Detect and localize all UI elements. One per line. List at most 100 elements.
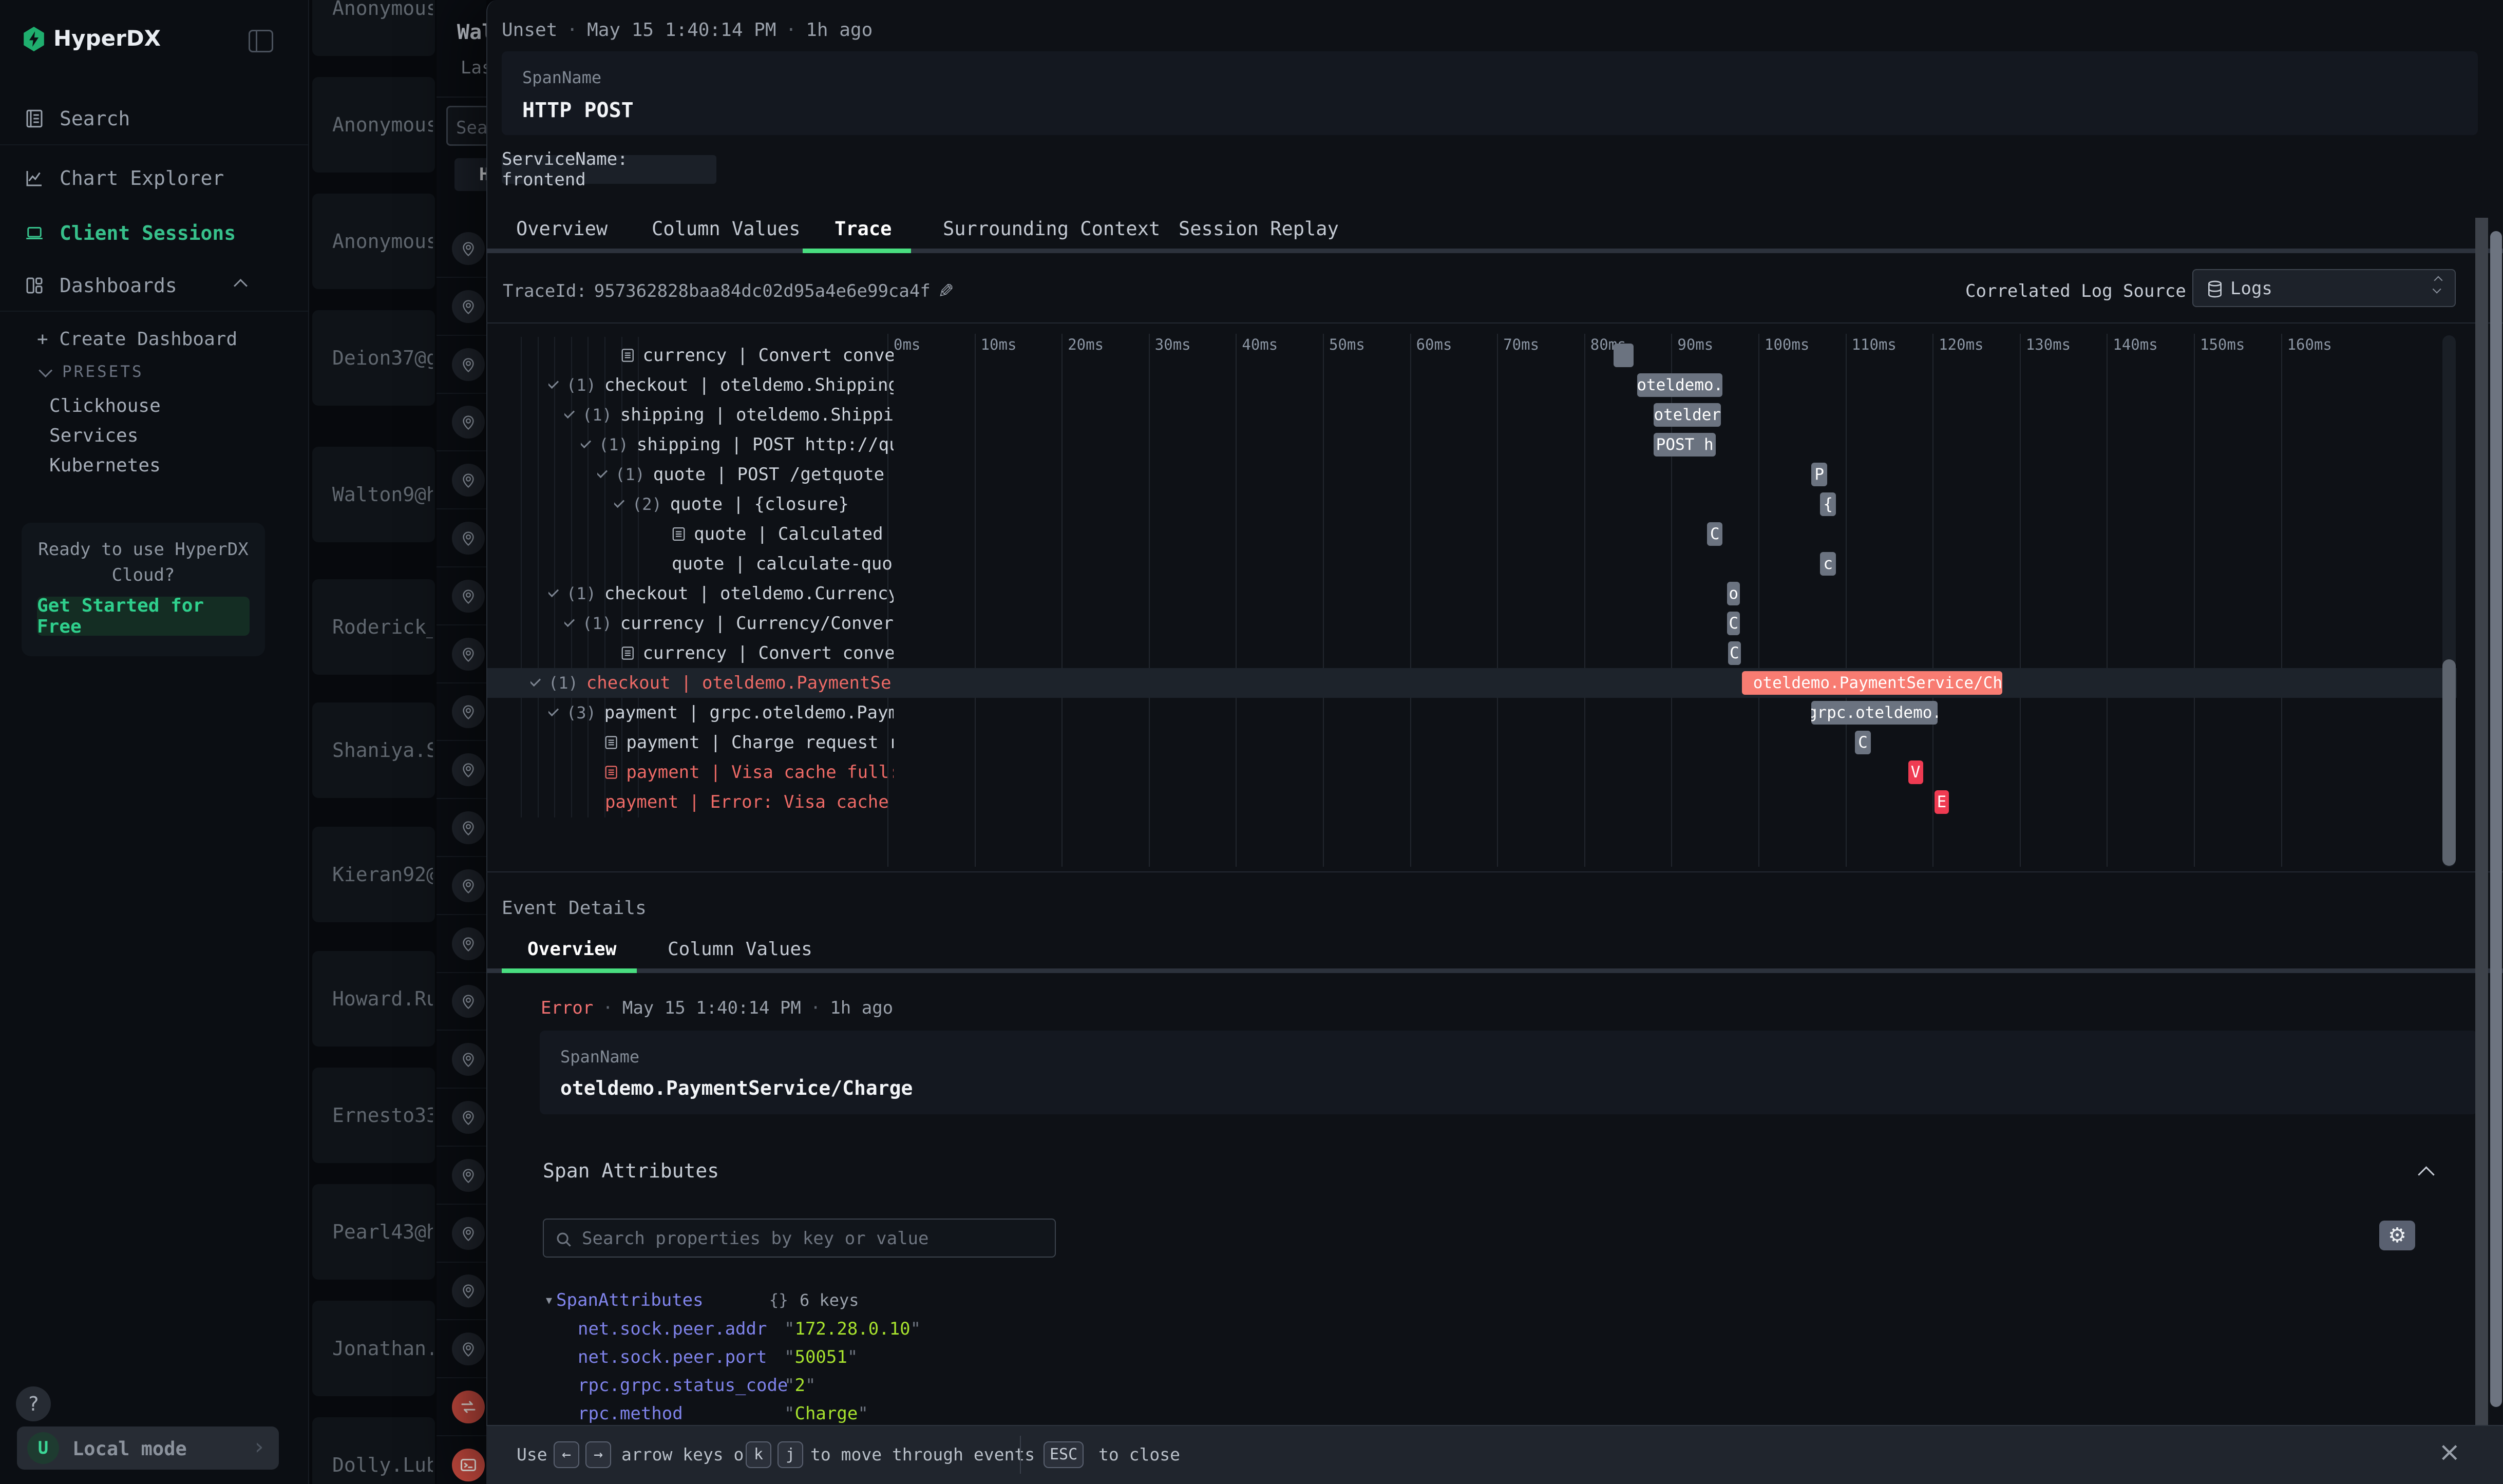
scrollbar-track[interactable] [2475, 218, 2488, 1425]
trace-span-bar[interactable]: C [1707, 522, 1723, 546]
session-card[interactable]: Anonymous [312, 77, 435, 173]
attributes-search[interactable] [543, 1219, 1056, 1258]
session-card[interactable]: Howard.Run [312, 951, 435, 1047]
attributes-root-row[interactable]: ▾ SpanAttributes {} 6 keys [546, 1290, 859, 1310]
location-pin-icon[interactable] [452, 1274, 485, 1307]
attributes-settings-button[interactable]: ⚙ [2379, 1221, 2415, 1250]
location-pin-icon[interactable] [452, 522, 485, 555]
preset-clickhouse[interactable]: Clickhouse [49, 395, 161, 416]
create-dashboard-button[interactable]: + Create Dashboard [37, 329, 237, 350]
trace-tree-row[interactable]: quote | Calculated q… [672, 519, 894, 549]
session-card[interactable]: Roderick_S [312, 579, 435, 675]
event-details-tab-column-values[interactable]: Column Values [668, 939, 812, 960]
sidebar-item-chart-explorer[interactable]: Chart Explorer [0, 162, 307, 195]
sidebar-item-client-sessions[interactable]: Client Sessions [0, 217, 307, 250]
service-name-chip[interactable]: ServiceName: frontend [502, 155, 716, 184]
trace-span-bar[interactable]: C [1727, 612, 1740, 635]
tab-trace[interactable]: Trace [835, 218, 892, 240]
location-pin-icon[interactable] [452, 695, 485, 728]
trace-span-bar[interactable]: grpc.oteldemo. [1811, 701, 1938, 725]
trace-span-bar[interactable]: C [1855, 731, 1871, 754]
location-pin-icon[interactable] [452, 1333, 485, 1365]
chevron-down-icon[interactable] [614, 494, 624, 508]
sidebar-item-dashboards[interactable]: Dashboards [0, 269, 307, 302]
session-card[interactable]: Jonathan.B [312, 1301, 435, 1396]
swap-arrows-icon[interactable] [452, 1391, 485, 1423]
location-pin-icon[interactable] [452, 580, 485, 613]
location-pin-icon[interactable] [452, 927, 485, 960]
location-pin-icon[interactable] [452, 1101, 485, 1134]
session-card[interactable]: Shaniya.Sc [312, 702, 435, 798]
trace-tree-row[interactable]: payment | Charge request rec… [604, 728, 894, 757]
location-pin-icon[interactable] [452, 638, 485, 671]
trace-tree-row[interactable]: (1)checkout | oteldemo.CurrencySe… [548, 579, 894, 608]
presets-header[interactable]: PRESETS [42, 363, 144, 381]
session-card[interactable]: Anonymous [312, 194, 435, 289]
session-card[interactable]: Pearl43@ho [312, 1184, 435, 1280]
chevron-down-icon[interactable] [597, 464, 608, 478]
session-search-input[interactable]: Sea [446, 106, 492, 146]
help-button[interactable]: ? [16, 1386, 51, 1421]
location-pin-icon[interactable] [452, 811, 485, 844]
location-pin-icon[interactable] [452, 753, 485, 786]
edit-icon[interactable]: ✎ [938, 280, 954, 302]
attribute-row[interactable]: rpc.method "Charge" [578, 1399, 868, 1428]
attribute-row[interactable]: rpc.grpc.status_code "2" [578, 1371, 816, 1399]
trace-tree-row[interactable]: (1)shipping | POST http://quo… [581, 430, 894, 460]
location-pin-icon[interactable] [452, 406, 485, 439]
location-pin-icon[interactable] [452, 290, 485, 323]
trace-span-bar[interactable]: oteldemo. [1637, 373, 1722, 397]
session-card[interactable]: Ernesto33@ [312, 1068, 435, 1163]
attribute-row[interactable]: net.sock.peer.addr "172.28.0.10" [578, 1315, 921, 1343]
trace-tree-row[interactable]: (1)shipping | oteldemo.Shipping… [564, 400, 894, 430]
location-pin-icon[interactable] [452, 1159, 485, 1192]
chevron-down-icon[interactable] [530, 673, 541, 687]
chevron-down-icon[interactable] [564, 613, 575, 627]
terminal-icon[interactable] [452, 1449, 485, 1481]
preset-services[interactable]: Services [49, 425, 138, 446]
location-pin-icon[interactable] [452, 464, 485, 497]
sidebar-item-search[interactable]: Search [0, 102, 307, 135]
trace-tree-row[interactable]: (3)payment | grpc.oteldemo.Paymen… [548, 698, 894, 728]
log-source-select[interactable]: Logs [2192, 269, 2456, 307]
trace-span-bar[interactable]: POST h [1654, 433, 1715, 456]
tab-session-replay[interactable]: Session Replay [1179, 218, 1339, 240]
session-card[interactable]: Walton9@ho [312, 447, 435, 542]
trace-span-bar[interactable] [1614, 344, 1634, 367]
event-details-tab-overview[interactable]: Overview [527, 939, 616, 960]
trace-span-bar[interactable]: otelder [1654, 403, 1721, 427]
location-pin-icon[interactable] [452, 348, 485, 381]
preset-kubernetes[interactable]: Kubernetes [49, 455, 161, 476]
tab-column-values[interactable]: Column Values [652, 218, 801, 240]
sidebar-collapse-icon[interactable] [249, 30, 273, 52]
chevron-up-icon[interactable] [234, 279, 248, 293]
trace-tree-row[interactable]: quote | calculate-quote [672, 549, 894, 579]
location-pin-icon[interactable] [452, 1043, 485, 1076]
chevron-down-icon[interactable] [548, 583, 559, 597]
location-pin-icon[interactable] [452, 232, 485, 265]
chevron-down-icon[interactable] [548, 702, 559, 716]
trace-tree-row[interactable]: currency | Convert convers… [621, 340, 894, 370]
trace-tree-row[interactable]: (2)quote | {closure} [614, 489, 894, 519]
trace-span-bar[interactable]: o [1727, 582, 1740, 605]
get-started-button[interactable]: Get Started for Free [37, 597, 250, 636]
trace-tree-row[interactable]: (1)checkout | oteldemo.PaymentServi… [530, 668, 894, 698]
chevron-down-icon[interactable] [548, 375, 559, 389]
trace-span-bar[interactable]: oteldemo.PaymentService/Char [1742, 671, 2002, 695]
location-pin-icon[interactable] [452, 985, 485, 1018]
location-pin-icon[interactable] [452, 1217, 485, 1250]
trace-span-bar[interactable]: V [1908, 760, 1923, 784]
scrollbar-thumb[interactable] [2490, 231, 2502, 1407]
close-icon[interactable]: × [2438, 1437, 2461, 1468]
trace-tree-row[interactable]: (1)currency | Currency/Convert [564, 608, 894, 638]
tab-surrounding-context[interactable]: Surrounding Context [943, 218, 1160, 240]
collapse-section-icon[interactable] [2420, 1169, 2432, 1183]
session-card[interactable]: Kieran92@h [312, 827, 435, 922]
tab-overview[interactable]: Overview [516, 218, 608, 240]
trace-span-bar[interactable]: E [1935, 790, 1949, 814]
trace-span-bar[interactable]: P [1811, 463, 1827, 486]
chevron-down-icon[interactable] [581, 434, 591, 448]
session-card[interactable]: Dolly.Lubo [312, 1417, 435, 1484]
attribute-row[interactable]: net.sock.peer.port "50051" [578, 1343, 858, 1371]
session-card[interactable]: Anonymous [312, 0, 435, 56]
